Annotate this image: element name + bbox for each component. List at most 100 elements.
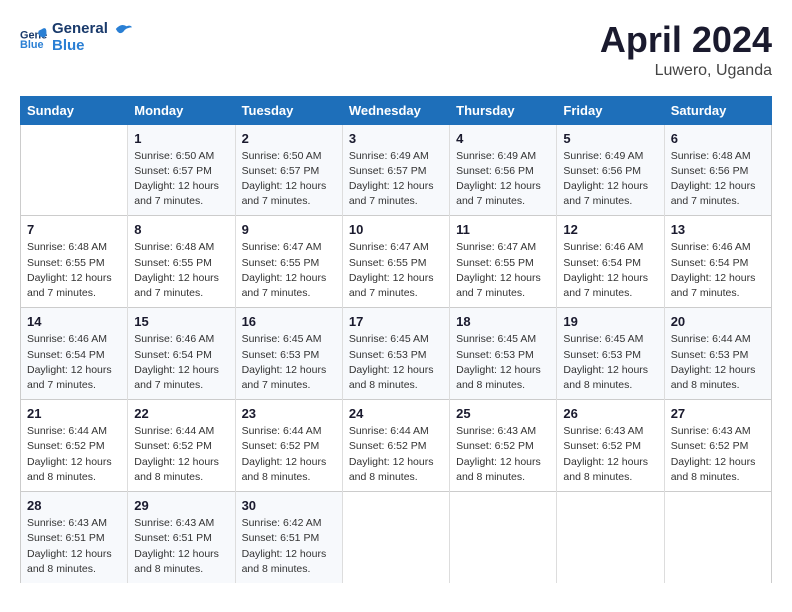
svg-text:Blue: Blue [20,39,44,51]
day-info: Sunrise: 6:46 AM Sunset: 6:54 PM Dayligh… [27,332,121,393]
day-number: 21 [27,406,121,421]
day-number: 17 [349,314,443,329]
day-number: 13 [671,222,765,237]
day-number: 16 [242,314,336,329]
day-info: Sunrise: 6:44 AM Sunset: 6:53 PM Dayligh… [671,332,765,393]
logo-blue: Blue [52,38,132,55]
day-number: 9 [242,222,336,237]
calendar-cell: 1Sunrise: 6:50 AM Sunset: 6:57 PM Daylig… [128,124,235,216]
day-info: Sunrise: 6:43 AM Sunset: 6:51 PM Dayligh… [134,516,228,577]
calendar-cell: 24Sunrise: 6:44 AM Sunset: 6:52 PM Dayli… [342,400,449,492]
calendar-cell: 22Sunrise: 6:44 AM Sunset: 6:52 PM Dayli… [128,400,235,492]
day-info: Sunrise: 6:46 AM Sunset: 6:54 PM Dayligh… [134,332,228,393]
day-info: Sunrise: 6:47 AM Sunset: 6:55 PM Dayligh… [349,240,443,301]
calendar-cell: 8 Sunrise: 6:48 AM Sunset: 6:55 PM Daylig… [128,216,235,308]
day-number: 14 [27,314,121,329]
day-number: 28 [27,498,121,513]
calendar-cell [664,492,771,583]
day-info: Sunrise: 6:42 AM Sunset: 6:51 PM Dayligh… [242,516,336,577]
logo: General Blue General Blue [20,20,132,55]
calendar-cell: 21 Sunrise: 6:44 AM Sunset: 6:52 PM Dayli… [21,400,128,492]
day-number: 20 [671,314,765,329]
day-number: 5 [563,131,657,146]
day-number: 19 [563,314,657,329]
day-info: Sunrise: 6:44 AM Sunset: 6:52 PM Dayligh… [242,424,336,485]
day-number: 4 [456,131,550,146]
calendar-cell: 13 Sunrise: 6:46 AM Sunset: 6:54 PM Dayli… [664,216,771,308]
column-header-wednesday: Wednesday [342,96,449,124]
calendar-cell: 2 Sunrise: 6:50 AM Sunset: 6:57 PM Daylig… [235,124,342,216]
calendar-cell: 7Sunrise: 6:48 AM Sunset: 6:55 PM Daylig… [21,216,128,308]
column-header-friday: Friday [557,96,664,124]
calendar-cell: 3Sunrise: 6:49 AM Sunset: 6:57 PM Daylig… [342,124,449,216]
day-info: Sunrise: 6:43 AM Sunset: 6:51 PM Dayligh… [27,516,121,577]
title-block: April 2024 Luwero, Uganda [600,20,772,80]
day-info: Sunrise: 6:46 AM Sunset: 6:54 PM Dayligh… [671,240,765,301]
calendar-cell: 9 Sunrise: 6:47 AM Sunset: 6:55 PM Daylig… [235,216,342,308]
day-info: Sunrise: 6:48 AM Sunset: 6:55 PM Dayligh… [27,240,121,301]
day-number: 24 [349,406,443,421]
day-number: 29 [134,498,228,513]
day-number: 30 [242,498,336,513]
calendar-cell: 20 Sunrise: 6:44 AM Sunset: 6:53 PM Dayli… [664,308,771,400]
calendar-cell: 28 Sunrise: 6:43 AM Sunset: 6:51 PM Dayli… [21,492,128,583]
day-number: 25 [456,406,550,421]
column-header-tuesday: Tuesday [235,96,342,124]
calendar-cell: 11 Sunrise: 6:47 AM Sunset: 6:55 PM Dayli… [450,216,557,308]
day-number: 6 [671,131,765,146]
day-info: Sunrise: 6:48 AM Sunset: 6:55 PM Dayligh… [134,240,228,301]
day-info: Sunrise: 6:45 AM Sunset: 6:53 PM Dayligh… [456,332,550,393]
logo-bird-icon [114,20,132,38]
day-info: Sunrise: 6:45 AM Sunset: 6:53 PM Dayligh… [563,332,657,393]
calendar-cell: 27 Sunrise: 6:43 AM Sunset: 6:52 PM Dayli… [664,400,771,492]
day-number: 27 [671,406,765,421]
logo-icon: General Blue [20,23,48,51]
calendar-cell [21,124,128,216]
week-row-5: 28 Sunrise: 6:43 AM Sunset: 6:51 PM Dayli… [21,492,772,583]
calendar-cell: 15Sunrise: 6:46 AM Sunset: 6:54 PM Dayli… [128,308,235,400]
calendar-cell: 4Sunrise: 6:49 AM Sunset: 6:56 PM Daylig… [450,124,557,216]
calendar-cell: 10 Sunrise: 6:47 AM Sunset: 6:55 PM Dayli… [342,216,449,308]
calendar-cell: 29 Sunrise: 6:43 AM Sunset: 6:51 PM Dayli… [128,492,235,583]
day-info: Sunrise: 6:43 AM Sunset: 6:52 PM Dayligh… [671,424,765,485]
week-row-1: 1Sunrise: 6:50 AM Sunset: 6:57 PM Daylig… [21,124,772,216]
calendar-header-row: SundayMondayTuesdayWednesdayThursdayFrid… [21,96,772,124]
column-header-monday: Monday [128,96,235,124]
day-number: 11 [456,222,550,237]
day-info: Sunrise: 6:47 AM Sunset: 6:55 PM Dayligh… [242,240,336,301]
calendar-cell: 18Sunrise: 6:45 AM Sunset: 6:53 PM Dayli… [450,308,557,400]
day-info: Sunrise: 6:50 AM Sunset: 6:57 PM Dayligh… [242,149,336,210]
week-row-2: 7Sunrise: 6:48 AM Sunset: 6:55 PM Daylig… [21,216,772,308]
day-info: Sunrise: 6:44 AM Sunset: 6:52 PM Dayligh… [27,424,121,485]
day-info: Sunrise: 6:43 AM Sunset: 6:52 PM Dayligh… [563,424,657,485]
calendar-cell: 19 Sunrise: 6:45 AM Sunset: 6:53 PM Dayli… [557,308,664,400]
day-info: Sunrise: 6:45 AM Sunset: 6:53 PM Dayligh… [242,332,336,393]
day-info: Sunrise: 6:45 AM Sunset: 6:53 PM Dayligh… [349,332,443,393]
location-subtitle: Luwero, Uganda [600,62,772,80]
week-row-4: 21 Sunrise: 6:44 AM Sunset: 6:52 PM Dayli… [21,400,772,492]
column-header-thursday: Thursday [450,96,557,124]
column-header-saturday: Saturday [664,96,771,124]
day-info: Sunrise: 6:50 AM Sunset: 6:57 PM Dayligh… [134,149,228,210]
calendar-cell: 12Sunrise: 6:46 AM Sunset: 6:54 PM Dayli… [557,216,664,308]
calendar-cell: 6 Sunrise: 6:48 AM Sunset: 6:56 PM Daylig… [664,124,771,216]
day-info: Sunrise: 6:49 AM Sunset: 6:57 PM Dayligh… [349,149,443,210]
calendar-cell: 14 Sunrise: 6:46 AM Sunset: 6:54 PM Dayli… [21,308,128,400]
calendar-table: SundayMondayTuesdayWednesdayThursdayFrid… [20,96,772,583]
day-number: 10 [349,222,443,237]
day-info: Sunrise: 6:48 AM Sunset: 6:56 PM Dayligh… [671,149,765,210]
calendar-cell: 23Sunrise: 6:44 AM Sunset: 6:52 PM Dayli… [235,400,342,492]
calendar-cell: 30 Sunrise: 6:42 AM Sunset: 6:51 PM Dayli… [235,492,342,583]
page-header: General Blue General Blue April 2024 Luw… [20,20,772,80]
week-row-3: 14 Sunrise: 6:46 AM Sunset: 6:54 PM Dayli… [21,308,772,400]
day-info: Sunrise: 6:47 AM Sunset: 6:55 PM Dayligh… [456,240,550,301]
calendar-cell: 16 Sunrise: 6:45 AM Sunset: 6:53 PM Dayli… [235,308,342,400]
day-number: 22 [134,406,228,421]
day-number: 2 [242,131,336,146]
calendar-cell [557,492,664,583]
day-number: 8 [134,222,228,237]
day-number: 26 [563,406,657,421]
day-number: 12 [563,222,657,237]
calendar-cell [450,492,557,583]
day-info: Sunrise: 6:43 AM Sunset: 6:52 PM Dayligh… [456,424,550,485]
